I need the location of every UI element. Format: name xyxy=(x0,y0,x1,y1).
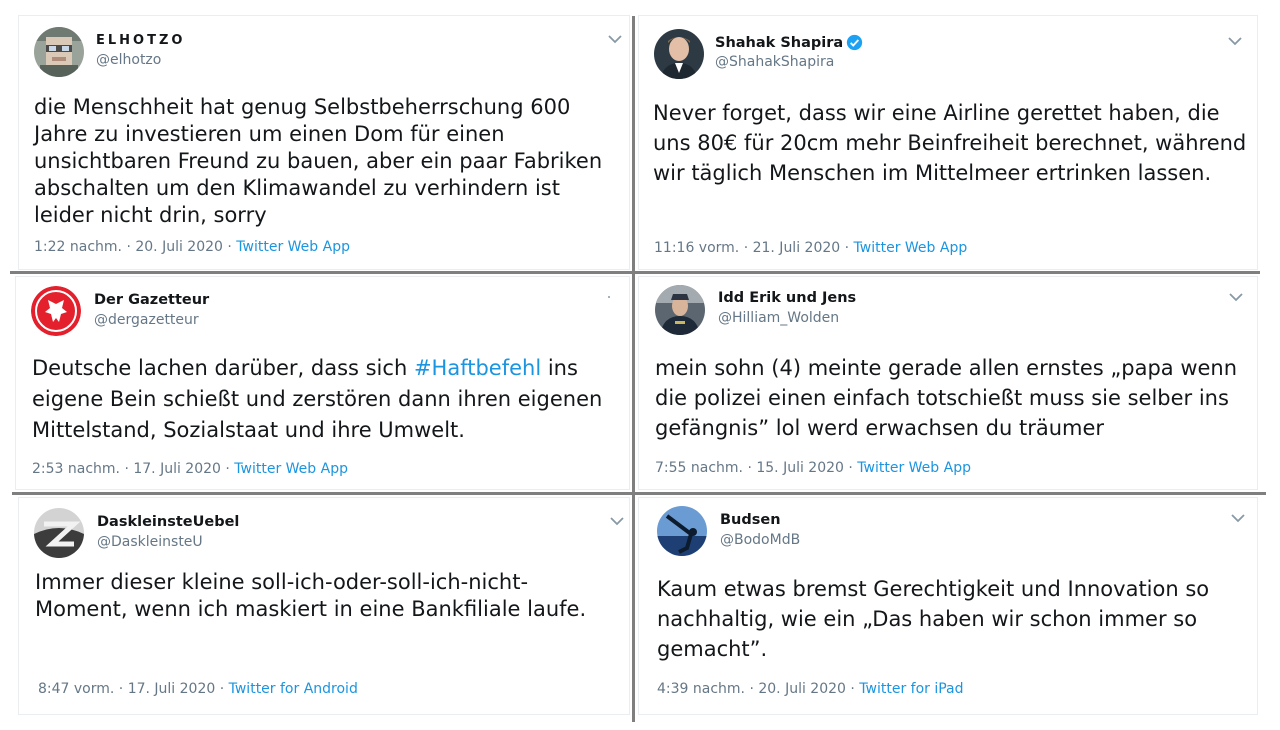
tweet-meta: 11:16 vorm. · 21. Juli 2020 · Twitter We… xyxy=(654,240,967,256)
chevron-down-icon[interactable] xyxy=(609,516,625,526)
chevron-down-icon[interactable] xyxy=(607,34,623,44)
tweet-text: Immer dieser kleine soll-ich-oder-soll-i… xyxy=(35,570,587,621)
chevron-down-icon[interactable] xyxy=(1230,513,1246,523)
tweet-meta: 7:55 nachm. · 15. Juli 2020 · Twitter We… xyxy=(655,460,971,476)
display-name[interactable]: Shahak Shapira xyxy=(715,34,863,51)
username[interactable]: @Hilliam_Wolden xyxy=(718,310,839,326)
tweet-text: mein sohn (4) meinte gerade allen ernste… xyxy=(655,356,1238,440)
tweet-meta: 1:22 nachm. · 20. Juli 2020 · Twitter We… xyxy=(34,239,350,255)
collage-divider-vertical xyxy=(632,16,635,722)
tweet-meta: 4:39 nachm. · 20. Juli 2020 · Twitter fo… xyxy=(657,681,964,697)
source-link[interactable]: Twitter Web App xyxy=(234,461,348,477)
tweet-card-daskleinsteu[interactable]: DaskleinsteUebel @DaskleinsteU Immer die… xyxy=(18,497,630,715)
avatar[interactable] xyxy=(654,29,704,79)
avatar[interactable] xyxy=(34,27,84,77)
timestamp[interactable]: 7:55 nachm. · 15. Juli 2020 · xyxy=(655,460,857,476)
tweet-text-part: Deutsche lachen darüber, dass sich xyxy=(32,356,414,380)
display-name[interactable]: Budsen xyxy=(720,512,781,528)
source-link[interactable]: Twitter Web App xyxy=(857,460,971,476)
chevron-down-icon[interactable] xyxy=(1228,292,1244,302)
avatar[interactable] xyxy=(655,285,705,335)
verified-badge-icon xyxy=(846,34,863,51)
hashtag-link[interactable]: #Haftbefehl xyxy=(414,356,541,380)
timestamp[interactable]: 11:16 vorm. · 21. Juli 2020 · xyxy=(654,240,854,256)
avatar[interactable] xyxy=(657,506,707,556)
timestamp[interactable]: 2:53 nachm. · 17. Juli 2020 · xyxy=(32,461,234,477)
display-name[interactable]: Idd Erik und Jens xyxy=(718,290,856,306)
timestamp[interactable]: 1:22 nachm. · 20. Juli 2020 · xyxy=(34,239,236,255)
source-link[interactable]: Twitter Web App xyxy=(236,239,350,255)
display-name-label[interactable]: Shahak Shapira xyxy=(715,35,843,51)
tweet-card-elhotzo[interactable]: ELHOTZO @elhotzo die Menschheit hat genu… xyxy=(18,15,630,270)
tweet-card-shahakshapira[interactable]: Shahak Shapira @ShahakShapira Never forg… xyxy=(638,15,1258,270)
tweet-card-hilliam-wolden[interactable]: Idd Erik und Jens @Hilliam_Wolden mein s… xyxy=(638,276,1258,490)
username[interactable]: @BodoMdB xyxy=(720,532,800,548)
display-name[interactable]: Der Gazetteur xyxy=(94,292,209,308)
collage-divider-horizontal xyxy=(10,271,1260,274)
tweet-text: Kaum etwas bremst Gerechtigkeit und Inno… xyxy=(657,577,1210,661)
username[interactable]: @dergazetteur xyxy=(94,312,199,328)
more-options-icon[interactable] xyxy=(608,296,610,298)
source-link[interactable]: Twitter for iPad xyxy=(859,681,963,697)
display-name[interactable]: ELHOTZO xyxy=(96,33,185,48)
avatar[interactable] xyxy=(34,508,84,558)
source-link[interactable]: Twitter for Android xyxy=(229,681,358,697)
tweet-card-dergazetteur[interactable]: Der Gazetteur @dergazetteur Deutsche lac… xyxy=(15,276,630,490)
collage-divider-horizontal xyxy=(12,492,1266,495)
tweet-text: Never forget, dass wir eine Airline gere… xyxy=(653,101,1247,185)
tweet-meta: 8:47 vorm. · 17. Juli 2020 · Twitter for… xyxy=(38,681,358,697)
chevron-down-icon[interactable] xyxy=(1227,36,1243,46)
avatar[interactable] xyxy=(31,286,81,336)
tweet-text: Deutsche lachen darüber, dass sich #Haft… xyxy=(32,353,617,446)
tweet-card-bodomdb[interactable]: Budsen @BodoMdB Kaum etwas bremst Gerech… xyxy=(638,497,1258,715)
username[interactable]: @elhotzo xyxy=(96,52,161,68)
source-link[interactable]: Twitter Web App xyxy=(854,240,968,256)
display-name[interactable]: DaskleinsteUebel xyxy=(97,514,239,530)
username[interactable]: @DaskleinsteU xyxy=(97,534,203,550)
username[interactable]: @ShahakShapira xyxy=(715,54,834,70)
timestamp[interactable]: 8:47 vorm. · 17. Juli 2020 · xyxy=(38,681,229,697)
timestamp[interactable]: 4:39 nachm. · 20. Juli 2020 · xyxy=(657,681,859,697)
tweet-text: die Menschheit hat genug Selbstbeherrsch… xyxy=(34,95,603,227)
tweet-meta: 2:53 nachm. · 17. Juli 2020 · Twitter We… xyxy=(32,461,348,477)
